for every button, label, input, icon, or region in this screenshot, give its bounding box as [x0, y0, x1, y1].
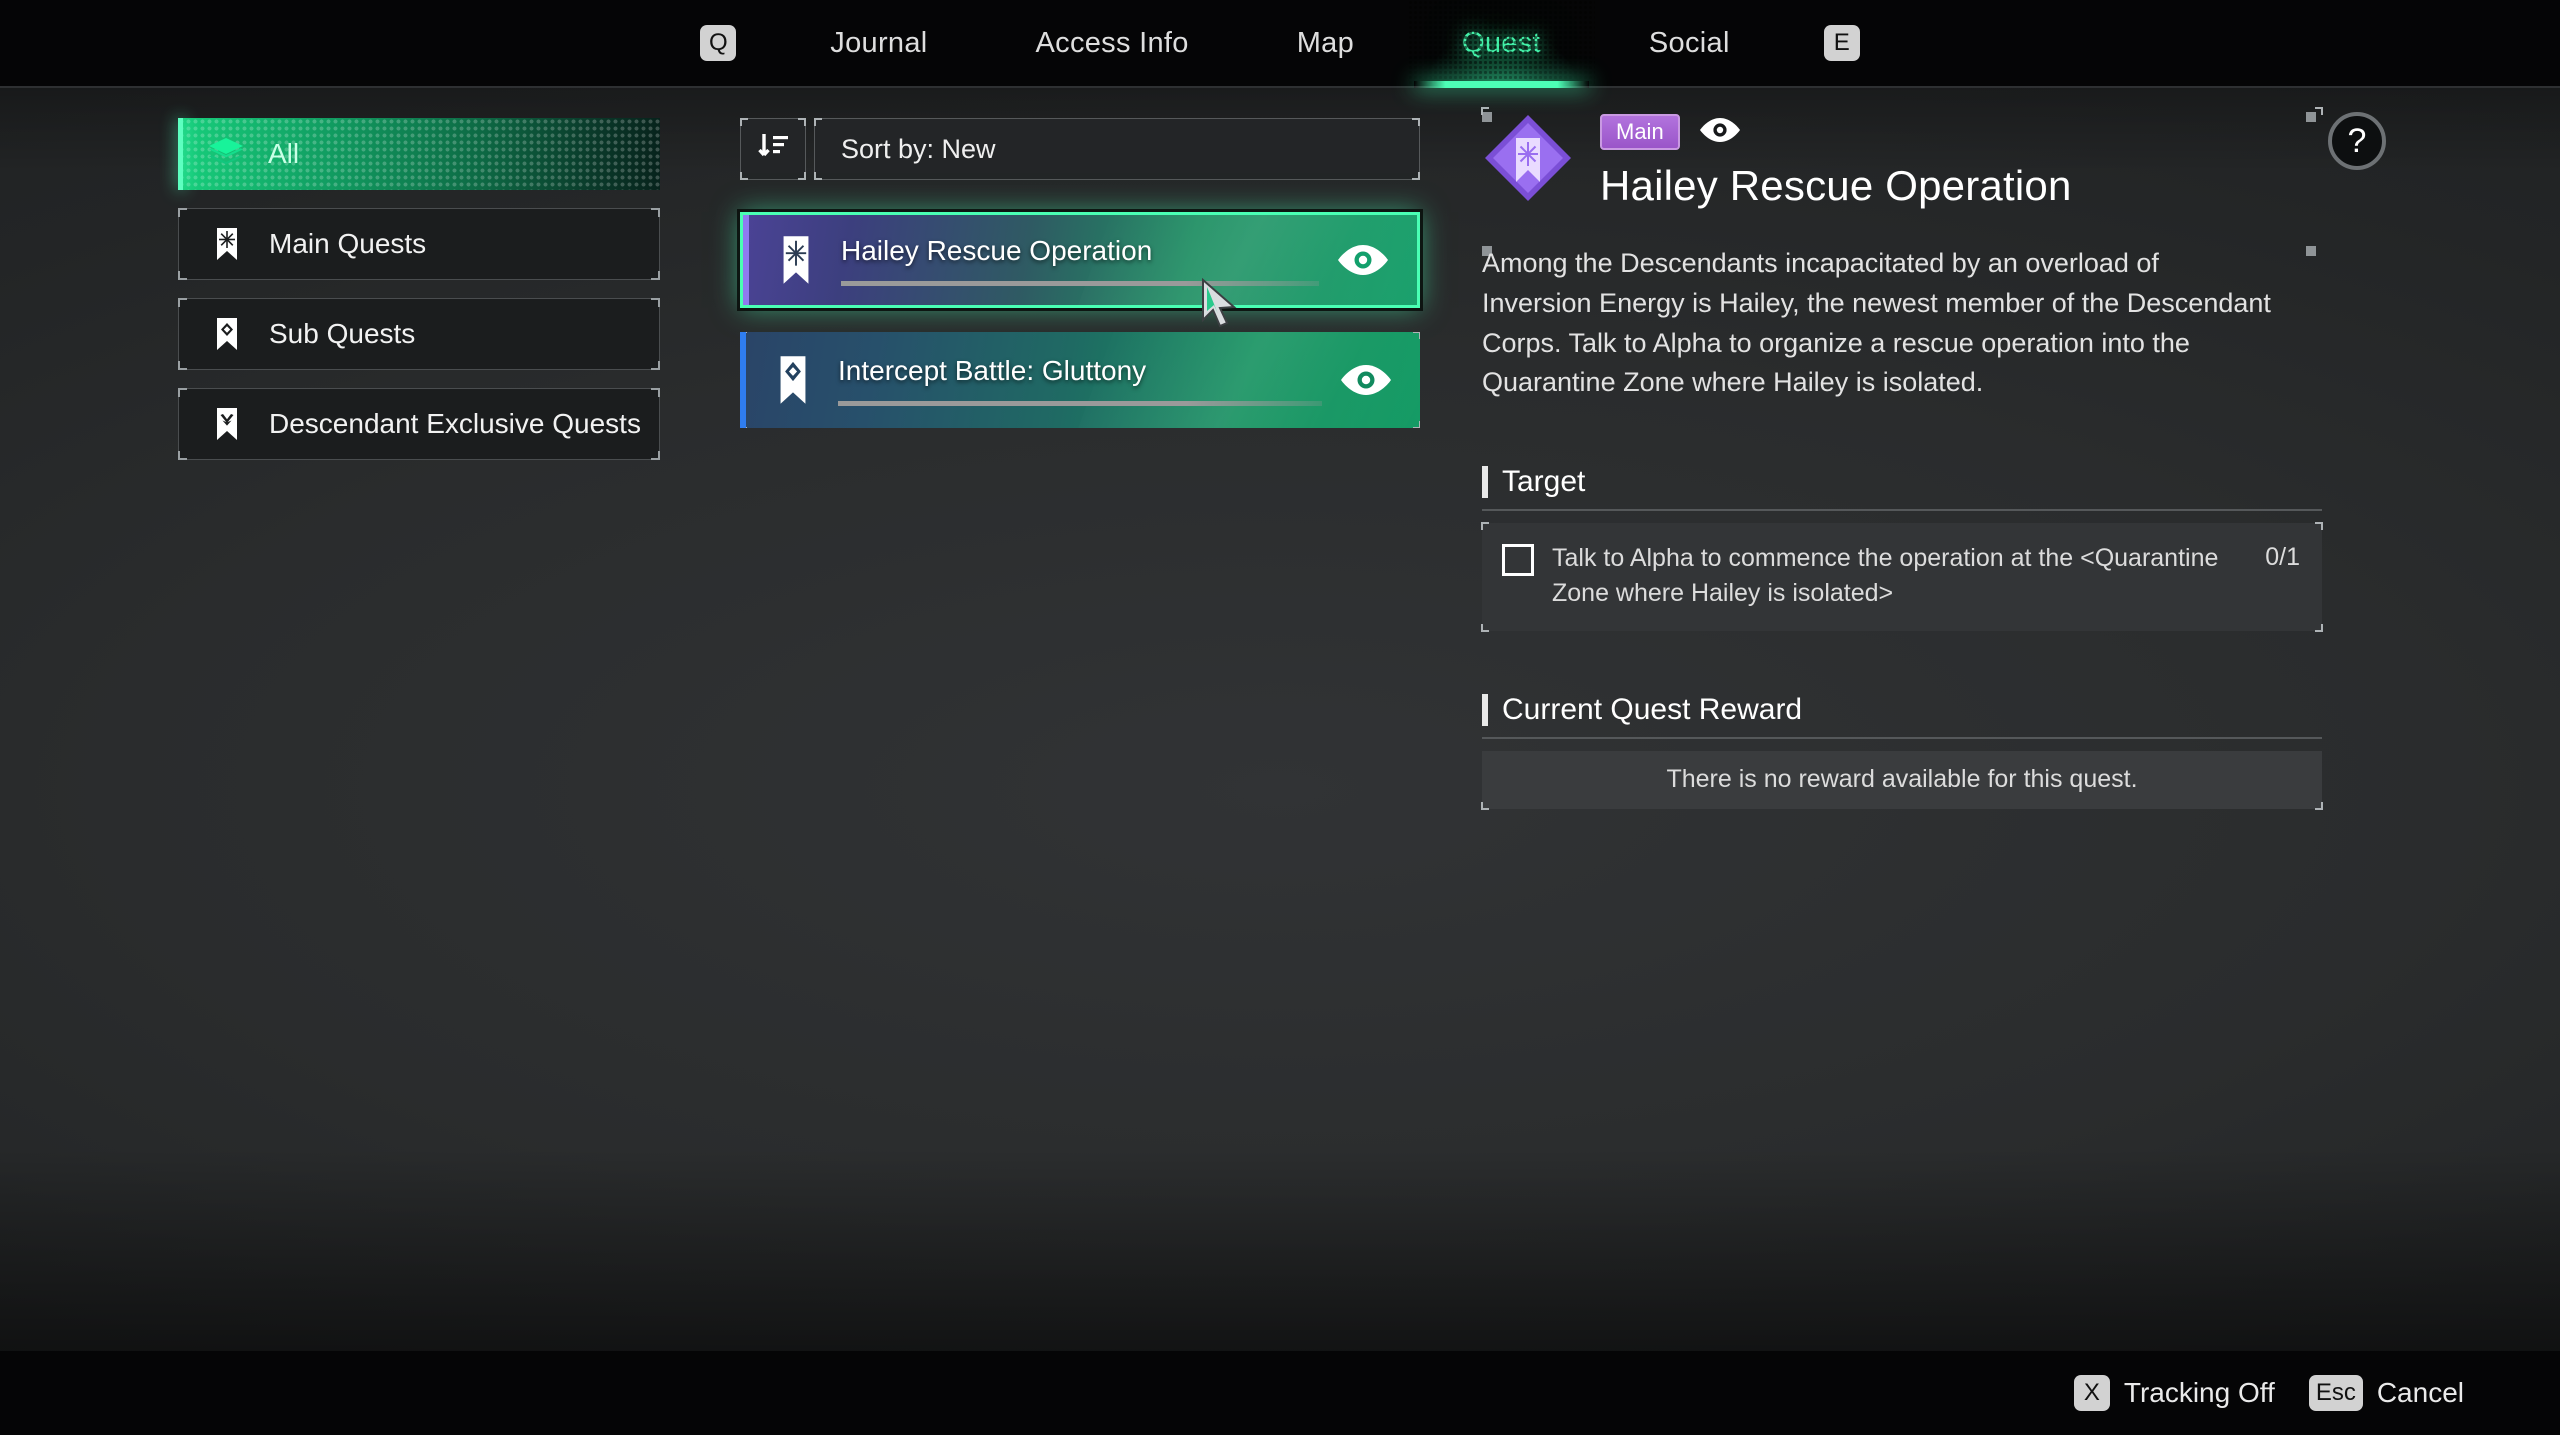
sort-direction-button[interactable] [740, 118, 806, 180]
tab-active-underline [1414, 81, 1589, 88]
key-e-badge: E [1823, 25, 1860, 61]
bookmark-star-icon [207, 224, 247, 264]
sidebar-item-descendant-exclusive-quests[interactable]: Descendant Exclusive Quests [178, 388, 660, 460]
quest-card-underline [841, 280, 1319, 286]
nav-prev-key[interactable]: Q [660, 0, 776, 86]
quest-type-tag: Main [1600, 114, 1680, 151]
sidebar-item-all-label: All [268, 138, 300, 169]
hint-tracking-off-label: Tracking Off [2123, 1377, 2275, 1408]
bottom-action-bar: X Tracking Off Esc Cancel [0, 1351, 2560, 1435]
eye-icon[interactable] [1338, 360, 1394, 400]
tab-journal[interactable]: Journal [776, 0, 981, 86]
tab-social[interactable]: Social [1595, 0, 1784, 86]
objective-count: 0/1 [2265, 542, 2300, 571]
quest-detail-panel: Main Hailey Rescue Operation Among the D… [1481, 107, 2323, 810]
eye-icon[interactable] [1335, 240, 1391, 280]
tab-access-info-label: Access Info [1035, 26, 1189, 59]
tab-access-info[interactable]: Access Info [982, 0, 1243, 86]
tab-journal-label: Journal [830, 26, 928, 59]
sidebar-item-main-quests-label: Main Quests [269, 228, 427, 259]
eye-icon[interactable] [1698, 116, 1742, 149]
sort-row: Sort by: New [740, 118, 1420, 180]
target-heading-label: Target [1502, 464, 1586, 498]
quest-detail-header: Main Hailey Rescue Operation [1482, 108, 2322, 210]
section-accent-bar [1482, 693, 1488, 726]
tab-map-label: Map [1296, 26, 1355, 59]
help-button[interactable]: ? [2328, 112, 2386, 170]
hint-cancel-label: Cancel [2376, 1377, 2464, 1408]
quest-card-hailey-rescue-operation[interactable]: Hailey Rescue Operation [740, 212, 1420, 308]
tab-quest[interactable]: Quest [1408, 0, 1595, 88]
quest-card-accent-edge [740, 332, 746, 428]
reward-heading-label: Current Quest Reward [1502, 692, 1803, 726]
objective-text: Talk to Alpha to commence the operation … [1552, 543, 2219, 607]
quest-description: Among the Descendants incapacitated by a… [1482, 248, 2271, 398]
objective-checkbox[interactable] [1502, 543, 1534, 576]
sort-descending-icon [756, 131, 790, 168]
bookmark-diamond-icon [770, 354, 816, 406]
sort-label: Sort by: New [841, 133, 996, 164]
hint-cancel[interactable]: Esc Cancel [2308, 1375, 2464, 1411]
target-section-heading: Target [1482, 465, 2322, 511]
sidebar-item-sub-quests-label: Sub Quests [269, 318, 416, 349]
tab-map[interactable]: Map [1243, 0, 1408, 86]
quest-card-title: Hailey Rescue Operation [841, 234, 1153, 266]
bookmark-diamond-icon [207, 314, 247, 354]
sidebar-item-all[interactable]: All [178, 118, 660, 190]
quest-detail-title: Hailey Rescue Operation [1600, 162, 2072, 210]
layers-icon [206, 134, 246, 174]
bookmark-star-icon [773, 234, 819, 286]
hint-tracking-off[interactable]: X Tracking Off [2073, 1375, 2275, 1411]
reward-empty-message: There is no reward available for this qu… [1481, 107, 2323, 810]
reward-empty-text: There is no reward available for this qu… [1666, 765, 2138, 794]
reward-section-heading: Current Quest Reward [1482, 693, 2322, 739]
quest-card-underline [838, 400, 1322, 406]
sidebar-item-descendant-exclusive-quests-label: Descendant Exclusive Quests [269, 408, 641, 439]
quest-filter-sidebar: All Main Quests Sub Quests Descendant Ex… [178, 118, 660, 478]
sidebar-item-main-quests[interactable]: Main Quests [178, 208, 660, 280]
top-navigation-bar: Q Journal Access Info Map Quest Social E [0, 0, 2560, 88]
nav-next-key[interactable]: E [1784, 0, 1900, 86]
tab-quest-label: Quest [1462, 26, 1541, 59]
key-q-badge: Q [700, 25, 737, 61]
quest-card-title: Intercept Battle: Gluttony [838, 354, 1147, 386]
section-accent-bar [1482, 465, 1488, 498]
key-esc-badge: Esc [2308, 1375, 2363, 1411]
key-x-badge: X [2073, 1375, 2110, 1411]
sort-select[interactable]: Sort by: New [814, 118, 1420, 180]
objective-row: Talk to Alpha to commence the operation … [1481, 521, 2323, 632]
help-label: ? [2347, 121, 2367, 160]
bookmark-chevron-icon [207, 404, 247, 444]
tab-social-label: Social [1648, 26, 1730, 59]
quest-diamond-badge [1482, 112, 1574, 204]
sidebar-item-sub-quests[interactable]: Sub Quests [178, 298, 660, 370]
quest-card-accent-edge [743, 215, 749, 305]
quest-list-column: Sort by: New Hailey Rescue Operation Int… [740, 118, 1420, 452]
quest-card-intercept-battle-gluttony[interactable]: Intercept Battle: Gluttony [740, 332, 1420, 428]
